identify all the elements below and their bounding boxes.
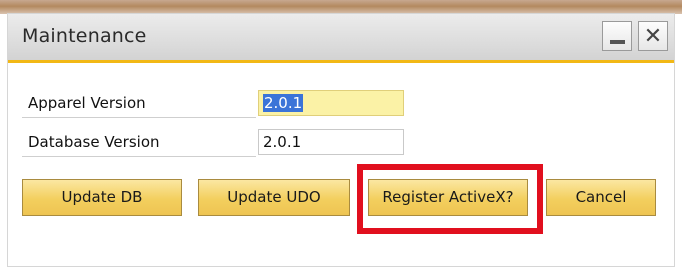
apparel-version-field[interactable]: 2.0.1 — [258, 90, 404, 116]
background-app-strip — [0, 0, 682, 14]
title-bar: Maintenance ✕ — [8, 14, 674, 63]
database-version-value: 2.0.1 — [263, 133, 302, 151]
apparel-version-label: Apparel Version — [28, 94, 146, 112]
database-version-row: Database Version 2.0.1 — [22, 129, 404, 157]
window-title: Maintenance — [22, 25, 147, 47]
register-activex-button[interactable]: Register ActiveX? — [368, 179, 528, 216]
minimize-icon — [610, 40, 625, 44]
minimize-button[interactable] — [602, 21, 632, 51]
apparel-version-row: Apparel Version 2.0.1 — [22, 90, 404, 118]
cancel-button[interactable]: Cancel — [546, 179, 656, 216]
apparel-version-divider — [22, 117, 256, 118]
update-db-button[interactable]: Update DB — [22, 179, 182, 216]
database-version-label: Database Version — [28, 133, 160, 151]
close-button[interactable]: ✕ — [638, 21, 668, 51]
apparel-version-value: 2.0.1 — [263, 94, 304, 112]
database-version-field[interactable]: 2.0.1 — [258, 129, 404, 155]
database-version-divider — [22, 156, 256, 157]
close-icon: ✕ — [643, 24, 663, 49]
update-udo-button[interactable]: Update UDO — [198, 179, 350, 216]
